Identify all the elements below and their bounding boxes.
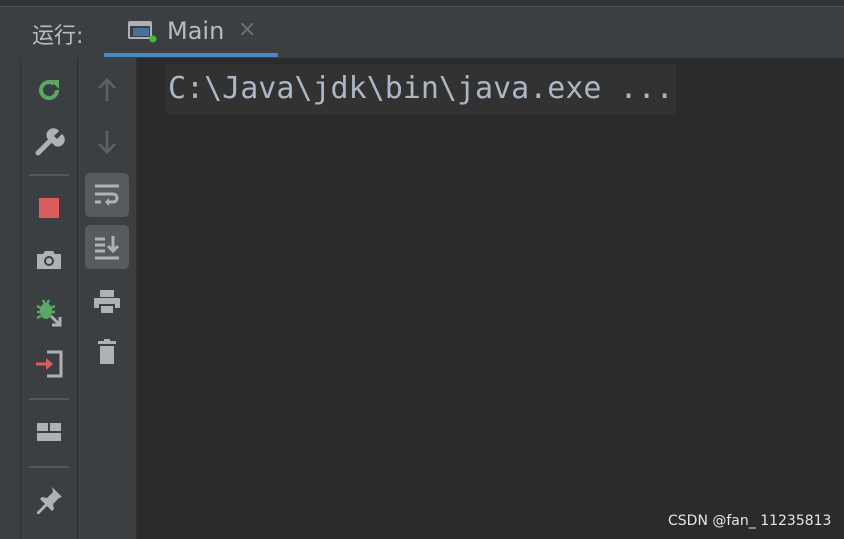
watermark-text: CSDN @fan_ 11235813 bbox=[668, 513, 832, 529]
camera-icon bbox=[37, 251, 61, 269]
dump-threads-button[interactable] bbox=[27, 238, 71, 282]
left-tool-window-strip bbox=[0, 58, 21, 539]
console-line: C:\Java\jdk\bin\java.exe ... bbox=[166, 64, 676, 114]
scroll-to-end-toggle[interactable] bbox=[85, 225, 129, 269]
attach-debugger-button[interactable] bbox=[27, 290, 71, 334]
application-window-icon bbox=[128, 19, 158, 43]
window-top-strip bbox=[0, 0, 844, 7]
stop-button[interactable] bbox=[27, 186, 71, 230]
layout-icon bbox=[37, 423, 61, 441]
close-tab-icon[interactable]: × bbox=[238, 19, 256, 41]
print-button[interactable] bbox=[85, 280, 129, 324]
print-icon bbox=[94, 290, 120, 315]
clear-all-button[interactable] bbox=[85, 330, 129, 374]
exit-icon bbox=[36, 350, 63, 378]
run-toolbar-secondary bbox=[78, 58, 137, 539]
run-panel-label: 运行: bbox=[32, 24, 84, 49]
rerun-icon bbox=[39, 80, 60, 100]
soft-wrap-icon bbox=[95, 184, 119, 206]
toolbar-separator bbox=[29, 466, 69, 468]
pin-icon bbox=[37, 487, 62, 514]
tab-main[interactable]: Main × bbox=[104, 7, 278, 58]
restore-layout-button[interactable] bbox=[27, 410, 71, 454]
modify-configuration-button[interactable] bbox=[27, 120, 71, 164]
pin-tab-button[interactable] bbox=[27, 478, 71, 522]
trash-icon bbox=[98, 339, 116, 364]
toolbar-separator bbox=[29, 398, 69, 400]
scroll-end-icon bbox=[95, 236, 120, 260]
toolbar-separator bbox=[29, 174, 69, 176]
up-stack-button[interactable] bbox=[85, 68, 129, 112]
arrow-down-icon bbox=[98, 131, 116, 154]
bug-arrow-icon bbox=[36, 299, 62, 327]
rerun-button[interactable] bbox=[27, 68, 71, 112]
run-toolbar-primary bbox=[21, 58, 78, 539]
arrow-up-icon bbox=[98, 78, 116, 101]
wrench-icon bbox=[35, 128, 65, 156]
down-stack-button[interactable] bbox=[85, 120, 129, 164]
tab-title: Main bbox=[167, 17, 225, 45]
exit-button[interactable] bbox=[27, 342, 71, 386]
stop-icon bbox=[39, 198, 59, 218]
console-output[interactable]: C:\Java\jdk\bin\java.exe ... bbox=[137, 58, 844, 539]
soft-wrap-toggle[interactable] bbox=[85, 173, 129, 217]
active-tab-indicator bbox=[104, 53, 278, 57]
